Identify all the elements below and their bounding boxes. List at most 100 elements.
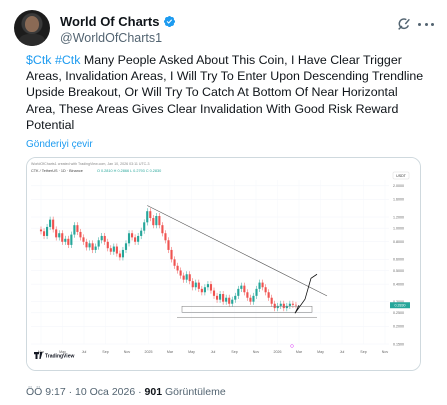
candle-body <box>127 233 131 244</box>
y-tick-label: 0.5000 <box>393 269 404 273</box>
candle-body <box>143 222 146 231</box>
candle-body <box>282 303 285 309</box>
candle-body <box>173 259 176 266</box>
candle-body <box>152 218 155 226</box>
candle-body <box>167 240 170 250</box>
tweet-footer: ÖÖ 9:17 · 10 Oca 2026 · 901 Görüntüleme <box>26 386 226 398</box>
candle-body <box>91 243 94 250</box>
chart-background <box>27 158 420 370</box>
candle-body <box>58 233 61 238</box>
avatar-body <box>19 34 45 46</box>
candle-body <box>85 241 88 248</box>
chart-ohlc-readout: O 0.2810 H 0.2866 L 0.2793 C 0.2830 <box>97 169 161 173</box>
candle-body <box>279 303 282 306</box>
candle-body <box>103 235 106 242</box>
y-tick-label: 1.2000 <box>393 215 404 219</box>
y-tick-label: 0.6000 <box>393 258 404 262</box>
candle-body <box>206 284 210 288</box>
candle-body <box>161 225 164 234</box>
tweet-media-chart[interactable]: WorldOfCharts1 created with TradingView.… <box>26 157 421 371</box>
author-name-row[interactable]: World Of Charts <box>60 14 176 29</box>
author-handle[interactable]: @WorldOfCharts1 <box>60 31 162 45</box>
x-tick-label: May <box>188 350 195 354</box>
grok-icon[interactable] <box>396 16 412 32</box>
avatar-face <box>25 16 39 32</box>
candle-body <box>188 274 191 282</box>
candle-body <box>112 246 115 252</box>
candle-body <box>55 229 58 238</box>
candle-body <box>270 297 273 304</box>
footer-separator: · <box>68 386 73 398</box>
candle-body <box>158 216 161 226</box>
candle-body <box>231 299 234 304</box>
translate-link[interactable]: Gönderiyi çevir <box>26 139 93 150</box>
candle-body <box>82 237 85 242</box>
candle-body <box>215 295 219 300</box>
candle-body <box>237 288 240 296</box>
y-tick-label: 0.8000 <box>393 240 404 244</box>
candle-body <box>209 284 213 291</box>
candle-body <box>191 281 194 288</box>
tweet-date[interactable]: 10 Oca 2026 <box>75 386 135 398</box>
x-tick-label: Nov <box>253 350 260 354</box>
candle-body <box>118 253 121 258</box>
x-tick-label: 2026 <box>274 350 282 354</box>
candle-body <box>267 292 270 298</box>
x-tick-label: Jul <box>211 350 216 354</box>
chart-header-text: WorldOfCharts1 created with TradingView.… <box>31 162 149 166</box>
x-tick-label: Sep <box>231 350 237 354</box>
candle-body <box>258 282 261 289</box>
candle-body <box>61 233 64 242</box>
candle-body <box>164 233 167 241</box>
y-tick-label: 0.2000 <box>393 325 404 329</box>
x-tick-label: Jul <box>82 350 87 354</box>
candle-body <box>179 270 182 276</box>
more-dot <box>424 22 428 26</box>
views-count: 901 <box>144 386 163 398</box>
more-dot <box>431 22 434 26</box>
x-tick-label: 2025 <box>145 350 153 354</box>
candle-body <box>106 241 109 249</box>
candle-body <box>234 295 237 300</box>
currency-badge: USDT <box>396 174 407 178</box>
candle-body <box>212 290 216 296</box>
candle-body <box>246 292 249 298</box>
candle-body <box>109 248 112 252</box>
x-tick-label: Nov <box>124 350 131 354</box>
candle-body <box>176 265 179 271</box>
candle-body <box>243 285 246 293</box>
tradingview-logo: TradingView <box>34 352 74 360</box>
author-name[interactable]: World Of Charts <box>60 14 159 29</box>
footer-separator: · <box>138 386 142 398</box>
candle-body <box>225 297 228 302</box>
tweet-header: World Of Charts @WorldOfCharts1 <box>14 8 434 48</box>
y-tick-label: 0.1500 <box>393 342 404 346</box>
candle-body <box>182 275 185 280</box>
y-tick-label: 2.0000 <box>393 184 404 188</box>
candle-body <box>255 288 258 296</box>
candle-body <box>149 211 152 219</box>
candle-body <box>42 231 46 236</box>
chart-symbol-line: CTK / TetherUS · 1D · Binance <box>31 169 83 173</box>
candle-body <box>115 246 118 254</box>
avatar[interactable] <box>14 10 50 46</box>
candle-body <box>194 282 197 288</box>
candle-body <box>273 303 276 309</box>
candle-body <box>79 231 82 238</box>
candle-body <box>70 234 73 245</box>
x-tick-label: Jul <box>340 350 345 354</box>
price-badge: 0.2830 <box>395 304 406 308</box>
more-icon[interactable] <box>418 16 434 32</box>
candle-body <box>130 233 134 238</box>
hashtag-ctk[interactable]: #Ctk <box>55 53 80 67</box>
cashtag-ctk[interactable]: $Ctk <box>26 53 51 67</box>
more-dot <box>418 22 421 26</box>
candle-body <box>291 303 294 305</box>
candle-body <box>88 243 91 248</box>
candle-body <box>219 294 222 300</box>
candle-body <box>264 287 267 293</box>
tweet-time[interactable]: ÖÖ 9:17 <box>26 386 66 398</box>
x-tick-label: Sep <box>360 350 366 354</box>
candle-body <box>249 297 252 302</box>
candle-body <box>155 216 158 226</box>
